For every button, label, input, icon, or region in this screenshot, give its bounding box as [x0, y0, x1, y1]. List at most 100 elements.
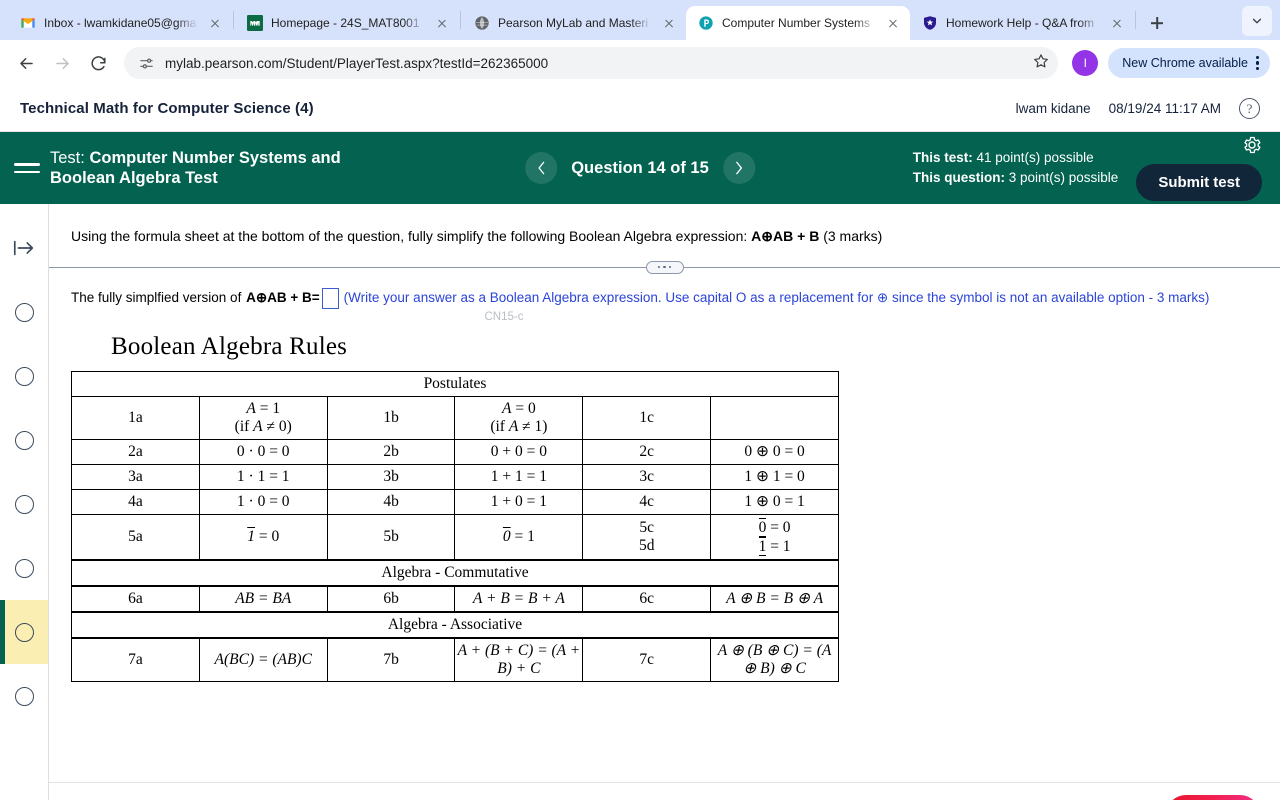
app-header-right: lwam kidane 08/19/24 11:17 AM ?: [1016, 98, 1260, 119]
rule-text: [710, 396, 839, 440]
rule-text: AB = BA: [198, 585, 328, 613]
gear-icon: [1244, 136, 1261, 154]
browser-tab-computer-number-systems[interactable]: Computer Number Systems: [686, 6, 910, 40]
rule-id: 5b: [326, 514, 456, 561]
table-row: 4a 1 · 0 = 0 4b 1 + 0 = 1 4c 1 ⊕ 0 = 1: [71, 489, 839, 515]
browser-tab-gmail[interactable]: Inbox - lwamkidane05@gma: [8, 6, 232, 40]
rule-text: A(BC) = (AB)C: [198, 637, 328, 682]
close-icon[interactable]: [884, 14, 902, 32]
reload-button[interactable]: [82, 47, 114, 79]
rail-question-indicator[interactable]: [0, 280, 48, 344]
tab-search-button[interactable]: [1242, 6, 1272, 36]
rule-text: A = 0 (if A ≠ 1): [454, 396, 584, 440]
circle-icon: [14, 366, 34, 386]
answer-input[interactable]: [321, 288, 339, 309]
prompt-marks: (3 marks): [823, 228, 883, 244]
rail-question-indicator-current[interactable]: [0, 600, 48, 664]
tab-title: Computer Number Systems: [722, 16, 871, 30]
close-icon[interactable]: [433, 14, 451, 32]
drag-handle-icon[interactable]: [645, 260, 684, 274]
rule-text: 1 · 1 = 1: [198, 464, 328, 490]
circle-icon: [14, 302, 34, 322]
chrome-update-button[interactable]: New Chrome available: [1108, 48, 1270, 78]
address-bar[interactable]: mylab.pearson.com/Student/PlayerTest.asp…: [124, 47, 1059, 79]
rail-question-indicator[interactable]: [0, 664, 48, 728]
answer-hint: (Write your answer as a Boolean Algebra …: [343, 290, 1210, 305]
bookmark-button[interactable]: [1032, 52, 1050, 75]
moodle-icon: [247, 15, 263, 31]
next-button[interactable]: Next: [1166, 795, 1260, 800]
question-rail: [0, 204, 49, 800]
reload-icon: [90, 55, 106, 70]
rail-question-indicator[interactable]: [0, 472, 48, 536]
chegg-icon: [924, 16, 936, 30]
formula-sheet: Boolean Algebra Rules Postulates 1a A = …: [49, 323, 1280, 682]
tune-icon[interactable]: [138, 55, 155, 72]
chevron-right-icon: [736, 161, 743, 175]
rule-id: 4c: [582, 489, 712, 515]
previous-question-button[interactable]: [525, 152, 558, 184]
browser-tab-moodle[interactable]: Homepage - 24S_MAT8001: [235, 6, 459, 40]
back-button[interactable]: [10, 47, 42, 79]
hamburger-icon[interactable]: [14, 158, 40, 178]
tab-divider: [233, 11, 234, 29]
circle-icon: [14, 494, 34, 514]
rule-id: 6a: [71, 585, 200, 613]
table-row: 5a 1 = 0 5b 0 = 1 5c 5d 0 = 01 = 1: [71, 514, 839, 561]
submit-test-button[interactable]: Submit test: [1136, 164, 1262, 201]
close-icon[interactable]: [1108, 14, 1126, 32]
this-question-label: This question:: [912, 170, 1005, 185]
panel-splitter[interactable]: [49, 260, 1280, 274]
content-area: Using the formula sheet at the bottom of…: [0, 204, 1280, 800]
rule-text: 1 ⊕ 0 = 1: [710, 489, 839, 515]
rule-text: 0 + 0 = 0: [454, 439, 584, 465]
this-test-points: This test: 41 point(s) possible: [913, 148, 1119, 168]
url-text: mylab.pearson.com/Student/PlayerTest.asp…: [165, 55, 549, 71]
forward-button[interactable]: [46, 47, 78, 79]
kebab-menu-icon[interactable]: [1256, 55, 1260, 71]
answer-area: The fully simplfied version of A⊕AB + B=…: [49, 274, 1280, 309]
new-tab-button[interactable]: [1143, 9, 1171, 37]
rule-id: 4b: [326, 489, 456, 515]
expand-rail-button[interactable]: [0, 216, 48, 280]
gmail-icon: [21, 18, 35, 28]
test-title: Test: Computer Number Systems and Boolea…: [50, 148, 410, 188]
table-row: 7a A(BC) = (AB)C 7b A + (B + C) = (A + B…: [71, 637, 839, 682]
user-name: lwam kidane: [1015, 101, 1091, 116]
close-icon[interactable]: [206, 14, 224, 32]
tab-title: Inbox - lwamkidane05@gma: [44, 16, 197, 30]
answer-expression: A⊕AB + B=: [246, 290, 320, 305]
rule-id: 2c: [582, 439, 712, 465]
rail-question-indicator[interactable]: [0, 344, 48, 408]
profile-avatar[interactable]: I: [1072, 50, 1099, 76]
rule-text: 1 · 0 = 0: [198, 489, 328, 515]
boolean-rules-table: Postulates 1a A = 1 (if A ≠ 0) 1b A = 0 (i…: [71, 371, 839, 682]
rule-text: 1 + 0 = 1: [454, 489, 584, 515]
browser-tab-pearson-mylab[interactable]: Pearson MyLab and Masteri: [462, 6, 686, 40]
rule-id: 1a: [71, 396, 200, 440]
help-icon[interactable]: ?: [1239, 98, 1260, 119]
rule-text: 1 = 0: [198, 514, 328, 561]
browser-toolbar: mylab.pearson.com/Student/PlayerTest.asp…: [0, 40, 1280, 86]
rule-id: 1c: [582, 396, 712, 440]
rail-question-indicator[interactable]: [0, 536, 48, 600]
chrome-update-label: New Chrome available: [1122, 56, 1248, 70]
browser-tab-homework-help[interactable]: Homework Help - Q&A from: [910, 6, 1134, 40]
chevron-down-icon: [1252, 18, 1262, 24]
tab-title: Pearson MyLab and Masteri: [498, 16, 649, 30]
circle-icon: [14, 622, 34, 642]
expand-panel-icon: [13, 240, 34, 256]
rule-id: 4a: [71, 489, 200, 515]
circle-icon: [14, 558, 34, 578]
section-postulates: Postulates: [71, 371, 839, 397]
next-question-button[interactable]: [722, 152, 755, 184]
test-header: Test: Computer Number Systems and Boolea…: [0, 132, 1280, 204]
answer-lead: The fully simplfied version of: [71, 290, 242, 305]
close-icon[interactable]: [660, 14, 678, 32]
rail-question-indicator[interactable]: [0, 408, 48, 472]
rule-id: 5a: [71, 514, 200, 561]
table-section-row: Postulates: [71, 371, 839, 397]
settings-button[interactable]: [1242, 135, 1262, 160]
rule-id: 6c: [582, 585, 712, 613]
table-row: 6a AB = BA 6b A + B = B + A 6c A ⊕ B = B…: [71, 585, 839, 613]
